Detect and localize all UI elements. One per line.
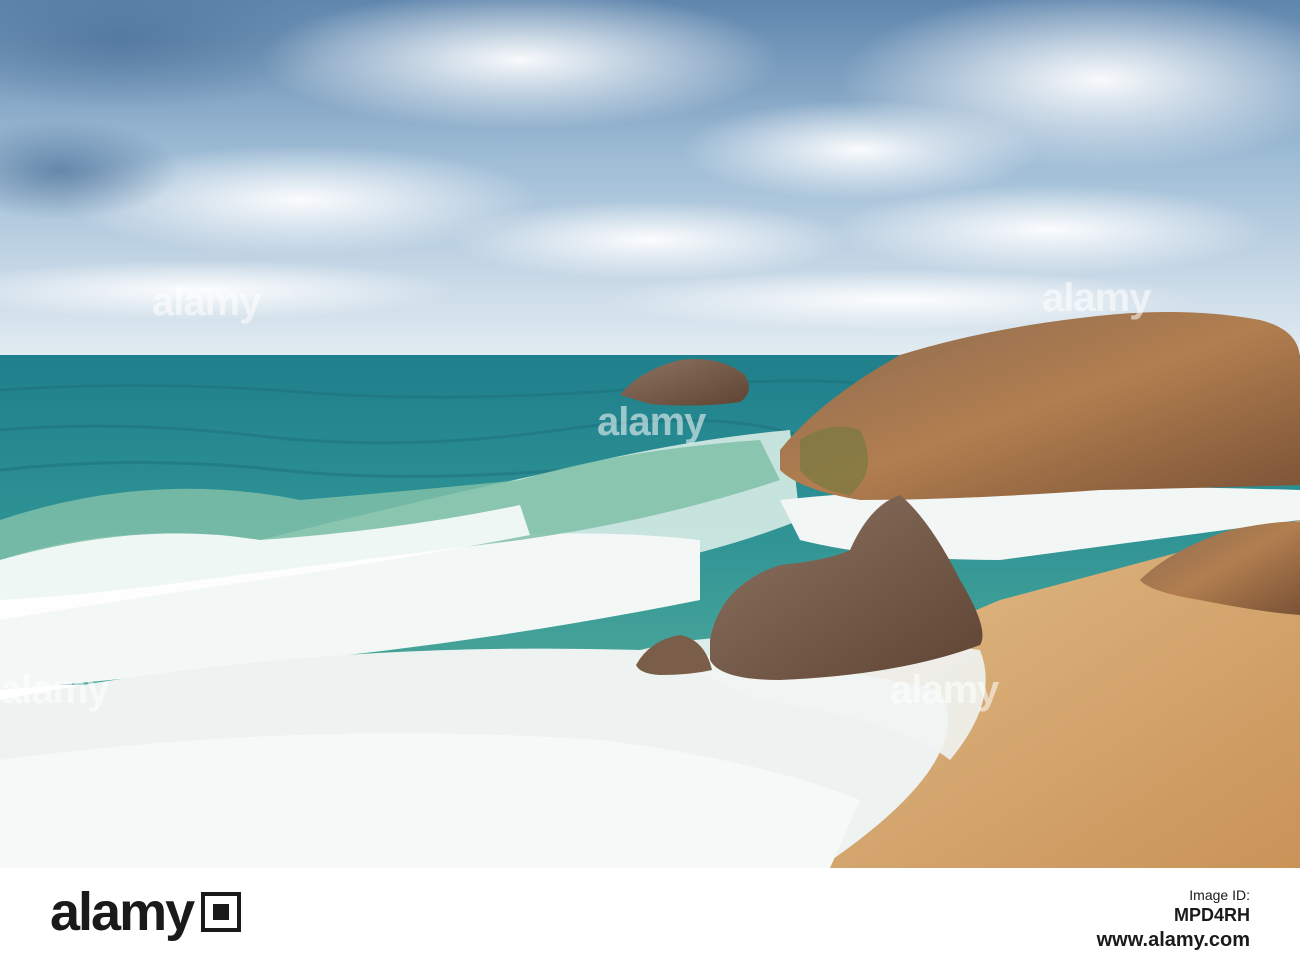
image-reference: Image ID: MPD4RH www.alamy.com [1097, 886, 1250, 954]
watermark-text: alamy [890, 668, 999, 712]
alamy-logo[interactable]: alamy [50, 880, 243, 944]
watermark-text: alamy [0, 668, 109, 712]
watermark-text: alamy [597, 400, 706, 444]
stock-footer: alamy Image ID: MPD4RH www.alamy.com [0, 868, 1300, 956]
image-id-label: Image ID: [1189, 887, 1250, 903]
beach-photo: alamy alamy alamy alamy alamy [0, 0, 1300, 868]
watermark-text: alamy [1042, 276, 1151, 320]
logo-mark-icon [201, 892, 242, 932]
site-url[interactable]: www.alamy.com [1097, 926, 1250, 954]
image-id: MPD4RH [1173, 905, 1250, 925]
watermark-text: alamy [152, 280, 261, 324]
logo-text: alamy [50, 882, 195, 942]
